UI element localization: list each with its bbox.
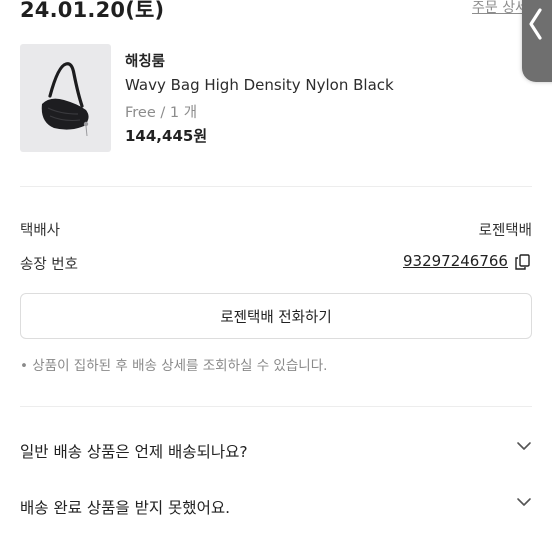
faq-item[interactable]: 일반 배송 상품은 언제 배송되나요? (20, 436, 532, 466)
chevron-left-icon[interactable] (528, 6, 543, 42)
faq-question: 일반 배송 상품은 언제 배송되나요? (20, 443, 248, 461)
chevron-down-icon[interactable] (516, 494, 532, 510)
order-detail-link[interactable]: 주문 상세 (472, 0, 528, 17)
faq-item[interactable]: 배송 완료 상품을 받지 못했어요. (20, 492, 532, 522)
copy-icon[interactable] (515, 254, 530, 270)
chevron-down-icon[interactable] (516, 438, 532, 454)
delivery-notice: • 상품이 집하된 후 배송 상세를 조회하실 수 있습니다. (20, 358, 328, 374)
product-option: Free / 1 개 (125, 105, 198, 121)
order-date: 24.01.20(토) (20, 0, 165, 22)
bag-icon (41, 62, 89, 137)
product-price: 144,445원 (125, 127, 208, 145)
section-divider (20, 186, 532, 187)
product-name[interactable]: Wavy Bag High Density Nylon Black (125, 76, 394, 94)
section-divider (20, 406, 532, 407)
courier-value: 로젠택배 (478, 223, 532, 239)
courier-label: 택배사 (20, 223, 61, 239)
call-courier-button[interactable]: 로젠택배 전화하기 (20, 293, 532, 339)
product-brand: 해칭룸 (125, 54, 166, 70)
faq-question: 배송 완료 상품을 받지 못했어요. (20, 499, 231, 517)
tracking-label: 송장 번호 (20, 257, 78, 273)
tracking-number-link[interactable]: 93297246766 (403, 252, 508, 270)
product-image[interactable] (20, 44, 111, 152)
